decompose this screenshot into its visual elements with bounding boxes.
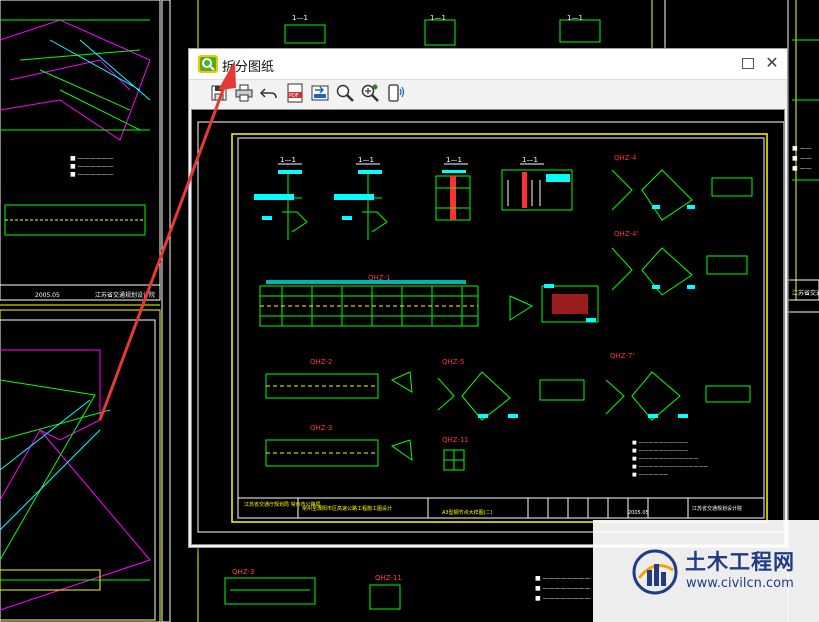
title-designer: 江苏省交通规划设计院	[692, 505, 742, 512]
zoom-button[interactable]	[335, 83, 355, 103]
pdf-export-button[interactable]: PDF	[285, 83, 305, 103]
send-to-phone-icon	[388, 84, 405, 102]
svg-text:1—1: 1—1	[430, 14, 446, 22]
svg-text:■ ——————: ■ ——————	[70, 171, 114, 178]
watermark-url: www.civilcn.com	[686, 576, 794, 591]
civilcn-logo-icon	[632, 549, 678, 595]
svg-text:QHZ-3: QHZ-3	[310, 424, 332, 432]
dialog-title: 拆分图纸	[222, 60, 275, 75]
maximize-icon	[742, 58, 754, 69]
svg-text:■ ——————: ■ ——————	[70, 155, 114, 162]
dialog-titlebar[interactable]: 拆分图纸 ✕	[189, 49, 787, 80]
toolbar: PDF	[189, 80, 787, 106]
close-icon: ✕	[765, 53, 779, 72]
drawing-canvas[interactable]: 1—1 1—1 1—1 1—1 QHZ-4 QHZ-4' QHZ-1 QHZ-2…	[191, 109, 785, 545]
watermark: 土木工程网 www.civilcn.com	[593, 520, 819, 622]
svg-text:QHZ-4': QHZ-4'	[614, 230, 638, 238]
zoom-icon	[336, 84, 354, 102]
print-button[interactable]	[234, 83, 254, 103]
svg-text:江苏省交通规划设计院: 江苏省交通规划设计院	[792, 289, 819, 297]
svg-text:■ ————————: ■ ————————	[535, 575, 591, 582]
svg-text:PDF: PDF	[289, 93, 299, 99]
undo-icon	[259, 88, 277, 99]
svg-text:QHZ-2: QHZ-2	[310, 358, 332, 366]
zoom-extents-button[interactable]	[360, 83, 380, 103]
svg-text:QHZ-11: QHZ-11	[442, 436, 469, 444]
app-icon	[198, 55, 218, 73]
undo-button[interactable]	[259, 83, 279, 103]
cad-drawing: 1—1 1—1 1—1 1—1 QHZ-4 QHZ-4' QHZ-1 QHZ-2…	[197, 121, 784, 533]
svg-text:1—1: 1—1	[292, 14, 308, 22]
svg-text:■ ——————: ■ ——————	[70, 163, 114, 170]
send-to-phone-button[interactable]	[385, 83, 405, 103]
svg-text:■ ——: ■ ——	[792, 165, 812, 172]
svg-text:■ ————————: ■ ————————	[535, 585, 591, 592]
title-project: 常州至溧阳市区高速公路工程施工图设计	[302, 505, 392, 512]
svg-text:QHZ-7': QHZ-7'	[610, 352, 634, 360]
svg-text:■ ————————————: ■ ————————————	[632, 456, 698, 462]
svg-text:1—1: 1—1	[280, 156, 296, 164]
svg-text:■ ——: ■ ——	[792, 145, 812, 152]
svg-text:■ ——————————: ■ ——————————	[632, 440, 688, 446]
split-drawing-dialog: 拆分图纸 ✕ PDF 1—1 1—1 1—1 1—1 QHZ-4 QHZ-4' …	[188, 48, 788, 548]
svg-text:1—1: 1—1	[358, 156, 374, 164]
svg-text:■ ——: ■ ——	[792, 155, 812, 162]
print-icon	[235, 84, 253, 102]
svg-text:QHZ-11: QHZ-11	[375, 574, 402, 582]
save-icon	[211, 85, 227, 101]
svg-text:QHZ-3: QHZ-3	[232, 568, 254, 576]
image-export-icon	[311, 85, 329, 101]
zoom-extents-icon	[361, 84, 379, 102]
title-date: 2005.05	[628, 510, 649, 516]
image-export-button[interactable]	[310, 83, 330, 103]
svg-text:■ ——————————————: ■ ——————————————	[632, 464, 708, 470]
pdf-export-icon: PDF	[287, 83, 303, 103]
save-button[interactable]	[209, 83, 229, 103]
svg-text:1—1: 1—1	[567, 14, 583, 22]
svg-text:江苏省交通规划设计院: 江苏省交通规划设计院	[95, 291, 155, 299]
svg-text:■ ————————: ■ ————————	[535, 595, 591, 602]
close-button[interactable]: ✕	[763, 54, 781, 72]
svg-text:QHZ-5: QHZ-5	[442, 358, 464, 366]
maximize-button[interactable]	[739, 54, 757, 72]
title-sheet: A3型钢节点大样图(二)	[442, 509, 493, 516]
svg-text:■ ——————————: ■ ——————————	[632, 448, 688, 454]
svg-text:■ ——————: ■ ——————	[632, 472, 668, 478]
svg-text:1—1: 1—1	[446, 156, 462, 164]
svg-text:2005.05: 2005.05	[35, 292, 60, 299]
watermark-name: 土木工程网	[685, 550, 795, 574]
svg-text:1—1: 1—1	[522, 156, 538, 164]
svg-text:QHZ-4: QHZ-4	[614, 154, 637, 162]
